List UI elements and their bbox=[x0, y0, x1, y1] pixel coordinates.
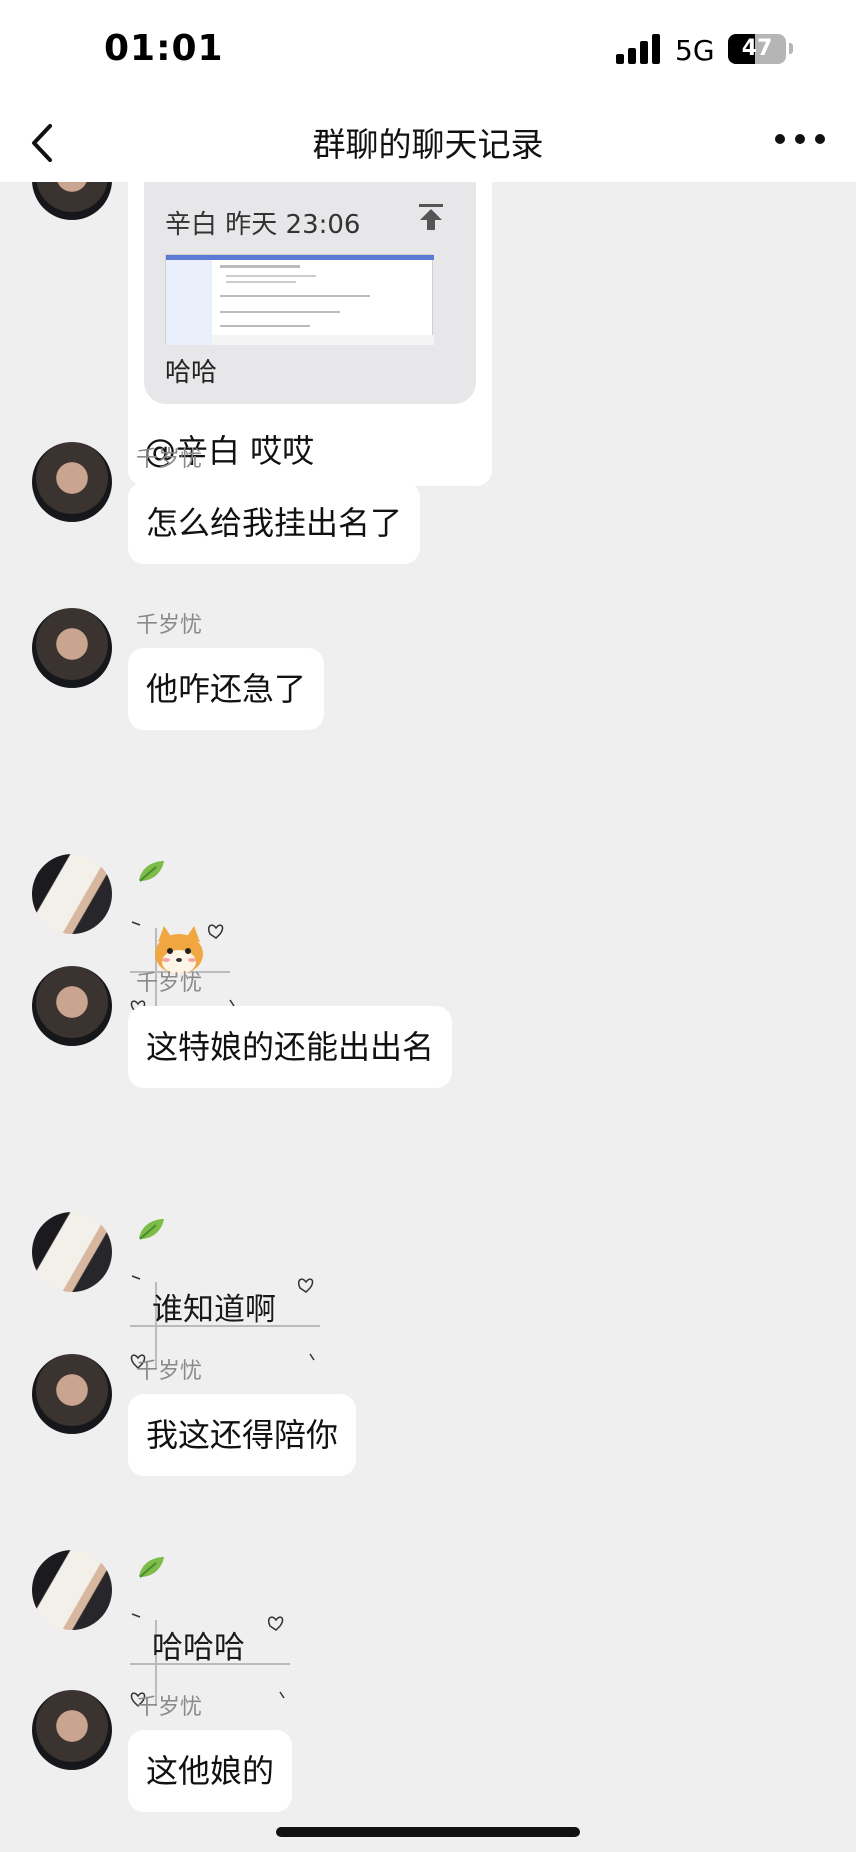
quote-header: 辛白 昨天 23:06 bbox=[165, 210, 361, 240]
leaf-icon bbox=[139, 861, 164, 882]
home-indicator[interactable] bbox=[276, 1827, 580, 1837]
battery-percent: 47 bbox=[741, 36, 773, 61]
signal-icon bbox=[616, 34, 662, 64]
message-bubble[interactable]: 怎么给我挂出名了 bbox=[128, 482, 421, 564]
avatar[interactable] bbox=[32, 966, 112, 1046]
avatar[interactable] bbox=[32, 608, 112, 688]
message-bubble[interactable]: 他咋还急了 bbox=[128, 648, 325, 730]
status-time: 01:01 bbox=[104, 28, 224, 69]
nav-bar: 群聊的聊天记录 bbox=[0, 100, 856, 182]
status-bar: 01:01 5G 47 bbox=[0, 0, 856, 100]
message-bubble[interactable]: 这他娘的 bbox=[128, 1730, 293, 1812]
battery-icon: 47 bbox=[728, 34, 786, 64]
leaf-icon bbox=[139, 1557, 164, 1578]
quote-image-thumbnail[interactable] bbox=[165, 254, 434, 345]
sender-name: 千岁忧 bbox=[136, 1695, 203, 1720]
chat-list[interactable]: 辛白 昨天 23:06 哈哈 @辛白 哎哎 千岁忧 怎么给我挂出名了 千岁忧 他… bbox=[0, 182, 856, 1852]
message-bubble[interactable]: 这特娘的还能出出名 bbox=[128, 1006, 453, 1088]
page-title: 群聊的聊天记录 bbox=[312, 125, 544, 164]
screenshot-thumbnail-icon bbox=[166, 255, 434, 345]
sender-name: 千岁忧 bbox=[136, 613, 203, 638]
sticker-text[interactable]: 哈哈哈 bbox=[152, 1622, 245, 1667]
sender-name: 千岁忧 bbox=[136, 1359, 203, 1384]
pin-top-icon[interactable] bbox=[416, 202, 446, 232]
avatar[interactable] bbox=[32, 1212, 112, 1292]
sticker-text[interactable]: 谁知道啊 bbox=[152, 1284, 276, 1329]
message-bubble[interactable]: 我这还得陪你 bbox=[128, 1394, 357, 1476]
sender-name: 千岁忧 bbox=[136, 971, 203, 996]
avatar[interactable] bbox=[32, 1550, 112, 1630]
sender-name: 千岁忧 bbox=[136, 447, 203, 472]
avatar[interactable] bbox=[32, 1354, 112, 1434]
chat-history-screen: 01:01 5G 47 群聊的聊天记录 辛白 昨天 23:06 哈哈 @辛白 哎… bbox=[0, 0, 856, 1852]
network-type: 5G bbox=[675, 34, 715, 67]
avatar[interactable] bbox=[32, 182, 112, 220]
ellipsis-icon bbox=[775, 134, 825, 144]
avatar[interactable] bbox=[32, 442, 112, 522]
quote-text: 哈哈 bbox=[165, 358, 218, 388]
avatar[interactable] bbox=[32, 854, 112, 934]
more-button[interactable] bbox=[772, 118, 828, 164]
avatar[interactable] bbox=[32, 1690, 112, 1770]
battery-cap bbox=[789, 43, 793, 54]
leaf-icon bbox=[139, 1219, 164, 1240]
